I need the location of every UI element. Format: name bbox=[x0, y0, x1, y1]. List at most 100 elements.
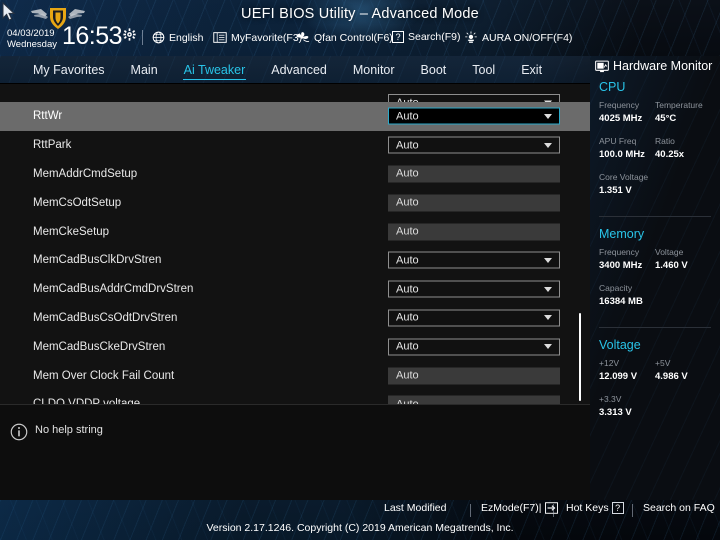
setting-value: Auto bbox=[396, 369, 419, 382]
my-favorite-button[interactable]: MyFavorite(F3) bbox=[213, 31, 302, 44]
setting-value: Auto bbox=[396, 311, 419, 324]
setting-dropdown[interactable]: Auto bbox=[388, 107, 560, 125]
tab-main[interactable]: Main bbox=[118, 56, 171, 83]
weekday-value: Wednesday bbox=[7, 39, 57, 50]
search-button[interactable]: ? Search(F9) bbox=[392, 31, 461, 43]
hwm-divider bbox=[599, 216, 711, 217]
settings-row[interactable]: MemCadBusCsOdtDrvStren Auto bbox=[0, 304, 590, 333]
setting-label: MemCadBusCkeDrvStren bbox=[33, 340, 166, 353]
setting-dropdown[interactable]: Auto bbox=[388, 280, 560, 298]
last-modified-button[interactable]: Last Modified bbox=[384, 502, 446, 514]
chevron-down-icon bbox=[544, 344, 552, 350]
hwm-spacer bbox=[590, 275, 720, 282]
clock-display: 16:53 bbox=[62, 22, 123, 50]
settings-row[interactable]: MemCadBusCkeDrvStren Auto bbox=[0, 332, 590, 361]
monitor-icon bbox=[595, 60, 609, 72]
hwm-metric-key: Ratio bbox=[655, 136, 675, 146]
info-icon bbox=[10, 423, 28, 441]
tab-advanced[interactable]: Advanced bbox=[258, 56, 340, 83]
hwm-metric-key: +5V bbox=[655, 358, 671, 368]
hwm-metric-key: Frequency bbox=[599, 247, 640, 257]
setting-label: MemCadBusClkDrvStren bbox=[33, 254, 162, 267]
tab-ai-tweaker[interactable]: Ai Tweaker bbox=[171, 56, 259, 83]
settings-row[interactable]: MemCadBusAddrCmdDrvStren Auto bbox=[0, 275, 590, 304]
hwm-spacer bbox=[590, 386, 720, 393]
setting-textfield[interactable]: Auto bbox=[388, 395, 560, 404]
setting-dropdown[interactable]: Auto bbox=[388, 251, 560, 269]
tab-label: Exit bbox=[521, 63, 543, 77]
setting-dropdown[interactable]: Auto bbox=[388, 338, 560, 356]
hwm-row: Frequency 3400 MHz Voltage 1.460 V bbox=[599, 246, 720, 273]
language-label: English bbox=[169, 31, 204, 44]
hwm-metric-key: Temperature bbox=[655, 100, 703, 110]
tab-exit[interactable]: Exit bbox=[508, 56, 555, 83]
hwm-metric-key: Capacity bbox=[599, 283, 633, 293]
settings-row[interactable]: MemCsOdtSetup Auto bbox=[0, 188, 590, 217]
hwm-spacer bbox=[590, 200, 720, 207]
hwm-metric-key: Frequency bbox=[599, 100, 640, 110]
hwm-metric-value: 1.460 V bbox=[655, 260, 688, 271]
hwm-metric: APU Freq 100.0 MHz bbox=[599, 135, 655, 162]
setting-dropdown[interactable]: Auto bbox=[388, 309, 560, 327]
setting-label: Mem Over Clock Fail Count bbox=[33, 369, 175, 382]
setting-textfield[interactable]: Auto bbox=[388, 367, 560, 385]
hwm-title-label: Hardware Monitor bbox=[613, 59, 713, 73]
hwm-metric: +3.3V 3.313 V bbox=[599, 393, 655, 420]
setting-value: Auto bbox=[396, 110, 419, 123]
last-modified-label: Last Modified bbox=[384, 502, 447, 514]
settings-row[interactable]: MemCadBusClkDrvStren Auto bbox=[0, 246, 590, 275]
search-faq-button[interactable]: Search on FAQ bbox=[643, 502, 715, 514]
settings-row[interactable]: MemAddrCmdSetup Auto bbox=[0, 160, 590, 189]
gear-icon[interactable] bbox=[123, 28, 136, 41]
tab-my-favorites[interactable]: My Favorites bbox=[20, 56, 118, 83]
setting-label: MemCkeSetup bbox=[33, 225, 110, 238]
setting-label: RttWr bbox=[33, 110, 63, 123]
tab-boot[interactable]: Boot bbox=[408, 56, 460, 83]
setting-textfield[interactable]: Auto bbox=[388, 194, 560, 212]
setting-textfield[interactable]: Auto bbox=[388, 223, 560, 241]
setting-dropdown[interactable]: Auto bbox=[388, 136, 560, 154]
hot-keys-button[interactable]: Hot Keys ? bbox=[566, 502, 624, 514]
hwm-metric-value: 12.099 V bbox=[599, 371, 638, 382]
setting-value: Auto bbox=[396, 196, 419, 209]
footer-divider-2 bbox=[553, 504, 554, 517]
settings-row[interactable]: RttWr Auto bbox=[0, 102, 590, 131]
footer-bar: Last Modified EzMode(F7)| Hot Keys ? Sea… bbox=[0, 500, 720, 540]
qfan-control-button[interactable]: Qfan Control(F6) bbox=[295, 31, 393, 44]
setting-textfield[interactable]: Auto bbox=[388, 165, 560, 183]
settings-row[interactable]: Mem Over Clock Fail Count Auto bbox=[0, 361, 590, 390]
tab-tool[interactable]: Tool bbox=[459, 56, 508, 83]
setting-value: Auto bbox=[396, 340, 419, 353]
settings-row-partial[interactable]: Auto bbox=[0, 84, 590, 111]
settings-scrollbar[interactable] bbox=[579, 84, 586, 404]
arrow-right-box-icon bbox=[544, 502, 558, 514]
chevron-down-icon bbox=[544, 142, 552, 148]
hwm-spacer bbox=[590, 422, 720, 429]
tab-list: My Favorites Main Ai Tweaker Advanced Monito… bbox=[20, 56, 555, 83]
globe-icon bbox=[152, 31, 165, 44]
hwm-metric: Temperature 45°C bbox=[655, 99, 711, 126]
tab-monitor[interactable]: Monitor bbox=[340, 56, 408, 83]
settings-row[interactable]: CLDO VDDP voltageAuto bbox=[0, 390, 590, 404]
aura-toggle-button[interactable]: AURA ON/OFF(F4) bbox=[464, 31, 572, 44]
hwm-spacer bbox=[590, 311, 720, 318]
hardware-monitor-panel: Hardware Monitor CPU Frequency 4025 MHz Tem… bbox=[590, 56, 720, 500]
tab-label: Tool bbox=[472, 63, 496, 77]
setting-value: Auto bbox=[396, 283, 419, 296]
hwm-divider bbox=[599, 327, 711, 328]
settings-row[interactable]: RttPark Auto bbox=[0, 131, 590, 160]
fan-icon bbox=[296, 32, 310, 42]
setting-label: MemCsOdtSetup bbox=[33, 196, 122, 209]
setting-label: MemCadBusCsOdtDrvStren bbox=[33, 311, 178, 324]
scrollbar-thumb[interactable] bbox=[579, 313, 581, 401]
settings-row[interactable]: MemCkeSetup Auto bbox=[0, 217, 590, 246]
language-button[interactable]: English bbox=[152, 31, 203, 44]
hwm-metric: Core Voltage 1.351 V bbox=[599, 171, 655, 198]
favorites-icon bbox=[213, 32, 227, 43]
ezmode-label: EzMode(F7)| bbox=[481, 502, 542, 514]
setting-value: Auto bbox=[396, 254, 419, 267]
hardware-monitor-title: Hardware Monitor bbox=[595, 59, 712, 73]
footer-divider-1 bbox=[470, 504, 471, 517]
ezmode-button[interactable]: EzMode(F7)| bbox=[481, 502, 558, 514]
hwm-metric-value: 4025 MHz bbox=[599, 113, 643, 124]
